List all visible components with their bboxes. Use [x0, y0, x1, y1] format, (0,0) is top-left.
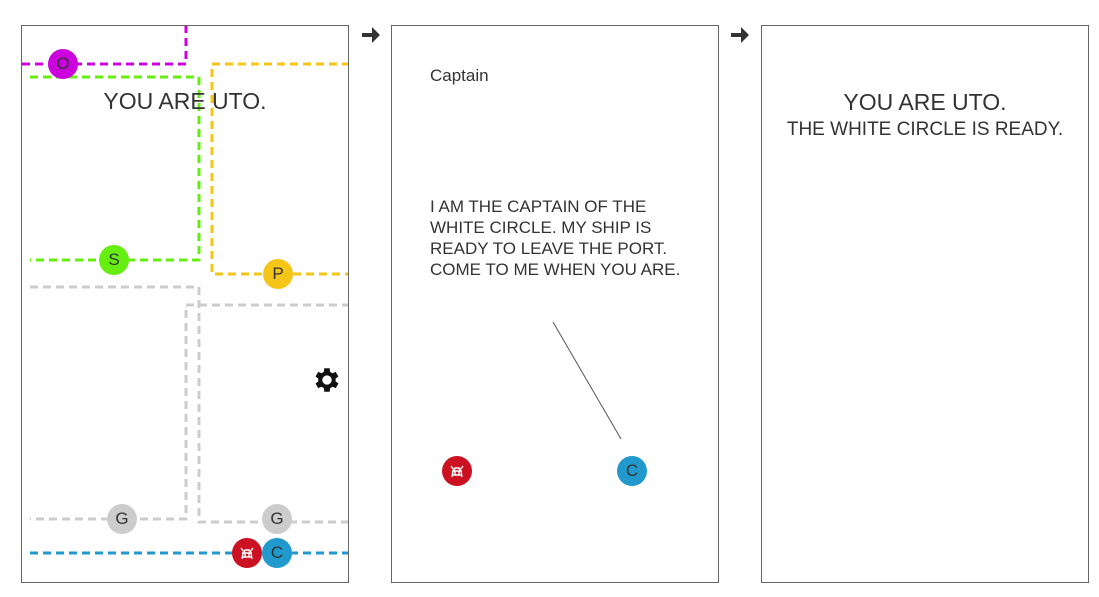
node-c[interactable]: C [262, 538, 292, 568]
node-s-label: S [108, 250, 120, 269]
arrow-right-icon [362, 27, 380, 43]
node-g-left[interactable]: G [107, 504, 137, 534]
player-ship-node[interactable] [232, 538, 262, 568]
captain-node[interactable]: C [617, 456, 647, 486]
speech-pointer [552, 321, 622, 440]
node-g-right[interactable]: G [262, 504, 292, 534]
node-g-left-label: G [115, 509, 129, 528]
player-ship-node[interactable] [442, 456, 472, 486]
node-s[interactable]: S [99, 245, 129, 275]
node-o-label: O [56, 54, 70, 73]
map-panel: YOU ARE UTO. O S P G G C [21, 25, 349, 583]
node-p-label: P [272, 264, 284, 283]
dialogue-panel: Captain I AM THE CAPTAIN OF THE WHITE CI… [391, 25, 719, 583]
gray-route-2 [30, 303, 348, 521]
node-o[interactable]: O [48, 49, 78, 79]
status-heading: YOU ARE UTO. [843, 89, 1007, 115]
node-c-label: C [270, 543, 284, 562]
ship-icon [240, 547, 254, 560]
node-g-right-label: G [270, 509, 284, 528]
purple-route [22, 26, 188, 66]
gear-icon[interactable] [311, 364, 343, 396]
status-panel: YOU ARE UTO. THE WHITE CIRCLE IS READY. [761, 25, 1089, 583]
arrow-right-icon [731, 27, 749, 43]
ship-icon [450, 465, 464, 478]
gray-route-1 [30, 285, 348, 524]
node-p[interactable]: P [263, 259, 293, 289]
panel-heading: YOU ARE UTO. [103, 88, 267, 114]
captain-node-label: C [625, 461, 639, 480]
status-message: THE WHITE CIRCLE IS READY. [786, 119, 1064, 140]
